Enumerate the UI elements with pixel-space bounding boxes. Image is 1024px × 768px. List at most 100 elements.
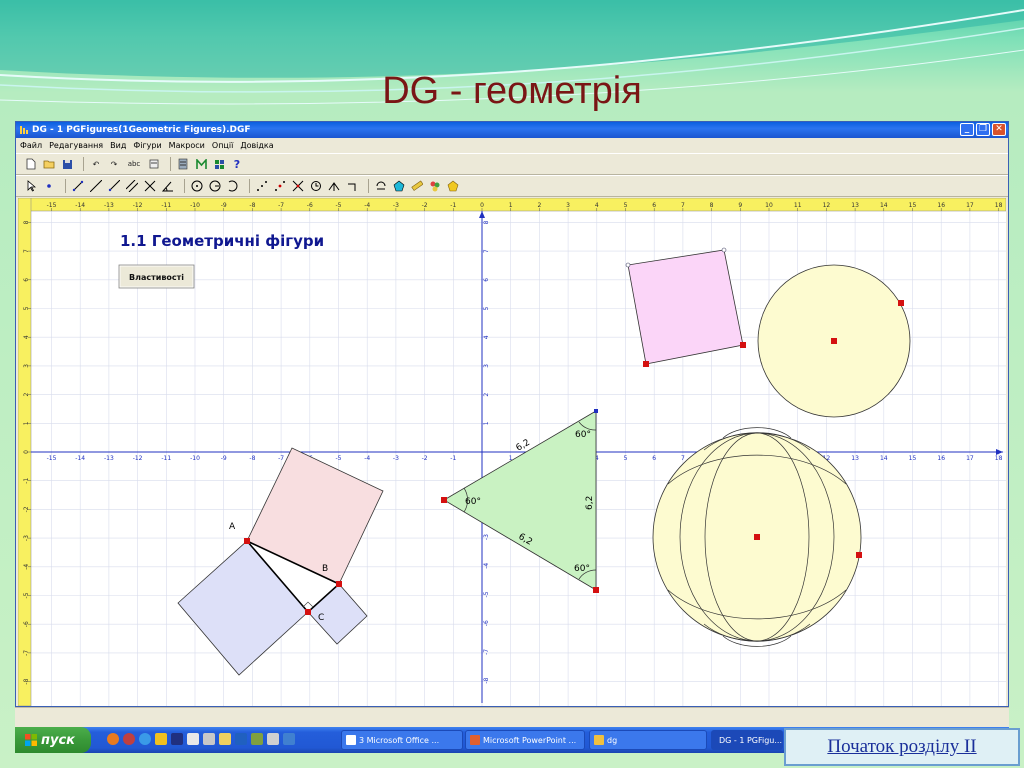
pythagoras-point[interactable] — [244, 538, 250, 544]
help-icon[interactable]: ? — [230, 157, 244, 171]
square-vertex-handle[interactable] — [721, 247, 727, 253]
menu-macros[interactable]: Макроси — [169, 141, 205, 150]
color-icon[interactable] — [428, 179, 442, 193]
task-powerpoint[interactable]: Microsoft PowerPoint ... — [465, 730, 585, 750]
menu-bar: Файл Редагування Вид Фігури Макроси Опці… — [16, 138, 1008, 153]
toolbar-separator — [249, 179, 250, 193]
square-vertex-point[interactable] — [643, 361, 649, 367]
menu-help[interactable]: Довідка — [240, 141, 273, 150]
task-icon — [594, 735, 604, 745]
quicklaunch-icon[interactable] — [235, 733, 247, 745]
triangle-vertex-point[interactable] — [593, 587, 599, 593]
x-tick-label: 13 — [851, 455, 859, 462]
menu-view[interactable]: Вид — [110, 141, 126, 150]
polygon-icon[interactable] — [392, 179, 406, 193]
macro-icon[interactable] — [194, 157, 208, 171]
grid-icon[interactable] — [212, 157, 226, 171]
quicklaunch-icon[interactable] — [203, 733, 215, 745]
ie-icon[interactable] — [139, 733, 151, 745]
compass-icon[interactable] — [309, 179, 323, 193]
menu-edit[interactable]: Редагування — [49, 141, 103, 150]
quicklaunch-icon[interactable] — [107, 733, 119, 745]
locus-icon[interactable] — [255, 179, 269, 193]
menu-file[interactable]: Файл — [20, 141, 42, 150]
arc-icon[interactable] — [226, 179, 240, 193]
square-vertex-point[interactable] — [740, 342, 746, 348]
sphere-radius-point[interactable] — [856, 552, 862, 558]
task-label: DG - 1 PGFigu... — [719, 735, 783, 745]
measure-icon[interactable] — [176, 157, 190, 171]
y-tick-label: 5 — [483, 307, 490, 311]
task-office[interactable]: 3 Microsoft Office ... — [341, 730, 463, 750]
task-dg-app[interactable]: DG - 1 PGFigu... — [711, 730, 783, 750]
circle-icon[interactable] — [190, 179, 204, 193]
angle-icon[interactable] — [161, 179, 175, 193]
pythagoras-point[interactable] — [336, 581, 342, 587]
rotate-icon[interactable] — [345, 179, 359, 193]
window-title: DG - 1 PGFigures(1Geometric Figures).DGF — [32, 125, 251, 135]
point-icon[interactable] — [42, 179, 56, 193]
text-icon[interactable]: abc — [125, 157, 143, 171]
geometry-canvas[interactable]: -15 -14 -13 -12 -11 -10 -9 -8 -7 -6 -5 -4 -3 -2 -1 0 1 2 3… — [17, 197, 1007, 707]
quicklaunch-icon[interactable] — [155, 733, 167, 745]
parallel-icon[interactable] — [125, 179, 139, 193]
fill-icon[interactable] — [446, 179, 460, 193]
circle2-icon[interactable] — [208, 179, 222, 193]
midpoint-icon[interactable] — [273, 179, 287, 193]
canvas-heading: 1.1 Геометричні фігури — [120, 232, 324, 250]
square-vertex-handle[interactable] — [625, 262, 631, 268]
ruler-tick-label: -13 — [104, 202, 114, 209]
properties-button[interactable]: Властивості — [118, 264, 195, 289]
start-button[interactable]: пуск — [15, 727, 91, 753]
line-icon[interactable] — [89, 179, 103, 193]
x-tick-label: 15 — [909, 455, 917, 462]
reflect-icon[interactable] — [327, 179, 341, 193]
trace-icon[interactable] — [374, 179, 388, 193]
quicklaunch-icon[interactable] — [251, 733, 263, 745]
circle-center-point[interactable] — [831, 338, 837, 344]
quicklaunch-icon[interactable] — [171, 733, 183, 745]
menu-figures[interactable]: Фігури — [133, 141, 161, 150]
pythagoras-point[interactable] — [305, 609, 311, 615]
circle-radius-point[interactable] — [898, 300, 904, 306]
ruler-tick-label: 16 — [937, 202, 945, 209]
ruler-icon[interactable] — [410, 179, 424, 193]
pink-square[interactable] — [627, 249, 744, 365]
minimize-button[interactable]: _ — [960, 123, 974, 136]
quicklaunch-icon[interactable] — [267, 733, 279, 745]
quicklaunch-icon[interactable] — [187, 733, 199, 745]
quick-launch — [107, 733, 295, 745]
ruler-tick-label: -11 — [161, 202, 171, 209]
select-icon[interactable] — [24, 179, 38, 193]
toolbar-construction — [16, 175, 1008, 197]
task-dg-folder[interactable]: dg — [589, 730, 707, 750]
quicklaunch-icon[interactable] — [219, 733, 231, 745]
intersect-icon[interactable] — [291, 179, 305, 193]
perpendicular-icon[interactable] — [143, 179, 157, 193]
ray-icon[interactable] — [107, 179, 121, 193]
triangle-vertex-point[interactable] — [441, 497, 447, 503]
menu-options[interactable]: Опції — [212, 141, 233, 150]
new-icon[interactable] — [24, 157, 38, 171]
window-titlebar[interactable]: DG - 1 PGFigures(1Geometric Figures).DGF… — [16, 122, 1008, 138]
properties-button-label: Властивості — [129, 272, 184, 282]
quicklaunch-icon[interactable] — [283, 733, 295, 745]
x-tick-label: 5 — [624, 455, 628, 462]
maximize-button[interactable]: ❐ — [976, 123, 990, 136]
start-label: пуск — [41, 732, 75, 748]
sphere-center-point[interactable] — [754, 534, 760, 540]
ruler-tick-label: 2 — [537, 202, 541, 209]
triangle-vertex-handle[interactable] — [594, 409, 598, 413]
ruler-tick-label: -1 — [450, 202, 456, 209]
calc-icon[interactable] — [147, 157, 161, 171]
open-icon[interactable] — [42, 157, 56, 171]
segment-icon[interactable] — [71, 179, 85, 193]
save-icon[interactable] — [60, 157, 74, 171]
close-button[interactable]: ✕ — [992, 123, 1006, 136]
section-start-link[interactable]: Початок розділу II — [784, 728, 1020, 766]
canvas-svg[interactable]: -15 -14 -13 -12 -11 -10 -9 -8 -7 -6 -5 -4 -3 -2 -1 0 1 2 3… — [17, 197, 1007, 707]
ruler-tick-label: 12 — [823, 202, 831, 209]
undo-icon[interactable]: ↶ — [89, 157, 103, 171]
redo-icon[interactable]: ↷ — [107, 157, 121, 171]
quicklaunch-icon[interactable] — [123, 733, 135, 745]
